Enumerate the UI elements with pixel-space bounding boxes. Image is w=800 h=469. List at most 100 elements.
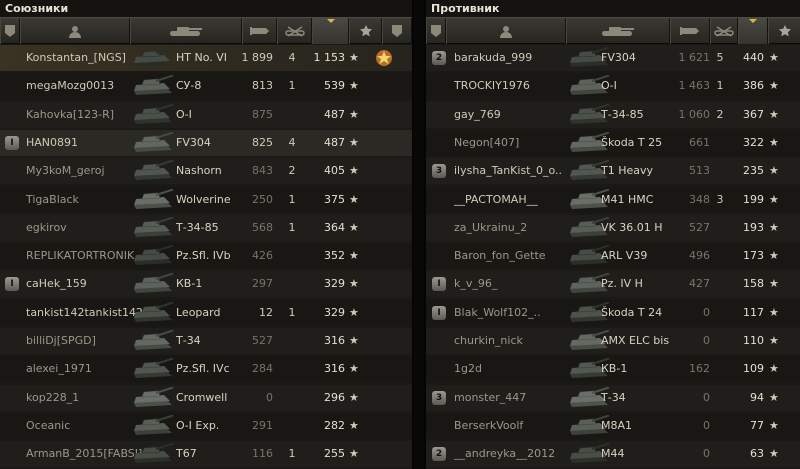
star-icon: ★ [349,192,359,206]
damage-value: 1 060 [678,107,711,121]
player-row[interactable]: 3 monster_447 Т-34 0 94 ★ [426,384,800,411]
kills-value [710,243,730,269]
player-row[interactable]: tankist142tankist142 Leopard 12 1 329 ★ [0,299,412,326]
damage-value: 116 [252,447,273,461]
kills-value: 4 [288,135,296,149]
kills-value [282,271,302,297]
tank-icon [130,414,176,437]
tank-name: Wolverine [176,192,231,206]
player-row[interactable]: 2 __andreyka__2012 M44 0 63 ★ [426,441,800,468]
column-header-exp[interactable] [312,18,349,44]
column-header-squad[interactable] [426,18,446,44]
player-row[interactable]: alexei_1971 Pz.Sfl. IVc 284 316 ★ [0,356,412,383]
star-icon: ★ [349,220,359,234]
player-row[interactable]: Oceanic О-I Exp. 291 282 ★ [0,412,412,439]
squad-icon [392,25,402,37]
platoon-badge-icon: I [5,277,19,292]
tank-icon [130,357,176,380]
star-icon: ★ [349,249,359,263]
column-header-star[interactable] [349,18,382,44]
column-header-exp[interactable] [738,18,768,44]
player-row[interactable]: I Blak_Wolf102_.. Škoda T 24 0 117 ★ [426,299,800,326]
exp-value: 117 [743,305,764,319]
player-row[interactable]: Kahovka[123-R] О-I 875 487 ★ [0,101,412,128]
star-icon: ★ [769,220,779,234]
tank-name: Leopard [176,305,221,319]
column-header-player[interactable] [20,18,130,44]
column-header-medal[interactable] [382,18,412,44]
tank-name: VK 36.01 H [601,220,663,234]
star-icon: ★ [349,135,359,149]
player-row[interactable]: IcaHek_159 КВ-1 297 329 ★ [0,271,412,298]
damage-value: 297 [252,277,273,291]
player-row[interactable]: 1g2d КВ-1 162 109 ★ [426,356,800,383]
damage-value: 291 [252,418,273,432]
column-header-damage[interactable] [242,18,277,44]
player-row[interactable]: REPLIKATORTRONIK.. Pz.Sfl. IVb 426 352 ★ [0,243,412,270]
platoon-badge-icon: 2 [432,51,446,65]
player-row[interactable]: za_Ukrainu_2 VK 36.01 H 527 193 ★ [426,214,800,241]
tank-name: Škoda T 25 [601,135,663,149]
tank-name: FV304 [176,135,211,149]
player-row[interactable]: Baron_fon_Gette ARL V39 496 173 ★ [426,243,800,270]
player-name: kop228_1 [26,390,80,404]
player-row[interactable]: ArmanB_2015[FABSI] T67 116 1 255 ★ [0,441,412,468]
exp-value: 235 [743,164,764,178]
player-row[interactable]: kop228_1 Cromwell 0 296 ★ [0,384,412,411]
column-header-player[interactable] [446,18,566,44]
column-header-tank[interactable] [130,18,242,44]
kills-icon [714,26,734,37]
damage-value: 0 [266,390,273,404]
column-header-damage[interactable] [670,18,710,44]
column-header-kills[interactable] [277,18,312,44]
tank-icon [130,329,176,352]
player-row[interactable]: Ik_v_96_ Pz. IV H 427 158 ★ [426,271,800,298]
player-row[interactable]: megaMozg0013 СУ-8 813 1 539 ★ [0,73,412,100]
player-row[interactable]: billiDj[SPGD] Т-34 527 316 ★ [0,328,412,354]
player-row[interactable]: BerserkVoolf M8A1 0 77 ★ [426,412,800,439]
exp-value: 158 [743,277,764,291]
exp-value: 440 [743,51,764,64]
damage-value: 1 463 [678,79,711,93]
kills-value: 5 [716,51,724,64]
column-header-kills[interactable] [710,18,738,44]
player-row[interactable]: 3 ilysha_TanKist_0_o.. T1 Heavy 513 235 ★ [426,158,800,185]
star-icon: ★ [769,135,779,149]
star-icon: ★ [769,305,779,319]
player-row[interactable]: __PACTOMAH__ M41 HMC 348 3 199 ★ [426,186,800,213]
exp-value: 109 [743,362,764,376]
tank-name: M44 [601,447,625,461]
damage-value: 527 [689,220,710,234]
player-name: billiDj[SPGD] [26,334,96,347]
star-icon: ★ [769,447,779,461]
column-header-tank[interactable] [566,18,670,44]
player-row[interactable]: Negon[407] Škoda T 25 661 322 ★ [426,129,800,156]
player-row[interactable]: TROCKIY1976 О-I 1 463 1 386 ★ [426,73,800,100]
tank-name: О-I [176,107,192,121]
platoon-badge-icon: 2 [432,447,446,462]
player-row[interactable]: egkirov Т-34-85 568 1 364 ★ [0,214,412,241]
player-name: alexei_1971 [26,362,92,376]
player-row[interactable]: My3koM_geroj Nashorn 843 2 405 ★ [0,158,412,185]
player-name: churkin_nick [454,334,523,347]
player-row[interactable]: gay_769 Т-34-85 1 060 2 367 ★ [426,101,800,128]
exp-value: 282 [324,418,345,432]
player-row[interactable]: TigaBlack Wolverine 250 1 375 ★ [0,186,412,213]
allies-panel: Союзники Konstantan_[NGS] HT No. VI 1 899 4… [0,0,414,469]
player-name: caHek_159 [26,277,87,291]
player-row[interactable]: churkin_nick AMX ELC bis 0 110 ★ [426,328,800,354]
kills-value: 4 [288,51,296,64]
kills-value [710,158,730,184]
exp-value: 322 [743,135,764,149]
tank-name: Škoda T 24 [601,305,663,319]
player-row[interactable]: I HAN0891 FV304 825 4 487 ★ [0,129,412,156]
kills-value: 1 [288,220,296,234]
column-header-star[interactable] [768,18,800,44]
column-header-squad[interactable] [0,18,20,44]
player-name: ArmanB_2015[FABSI] [26,447,143,461]
player-name: Negon[407] [454,135,520,149]
player-row[interactable]: Konstantan_[NGS] HT No. VI 1 899 4 1 153 ★ [0,45,412,71]
player-row[interactable]: 2 barakuda_999 FV304 1 621 5 440 ★ [426,45,800,71]
tank-name: О-I [601,79,617,93]
platoon-badge-icon: I [5,135,19,150]
